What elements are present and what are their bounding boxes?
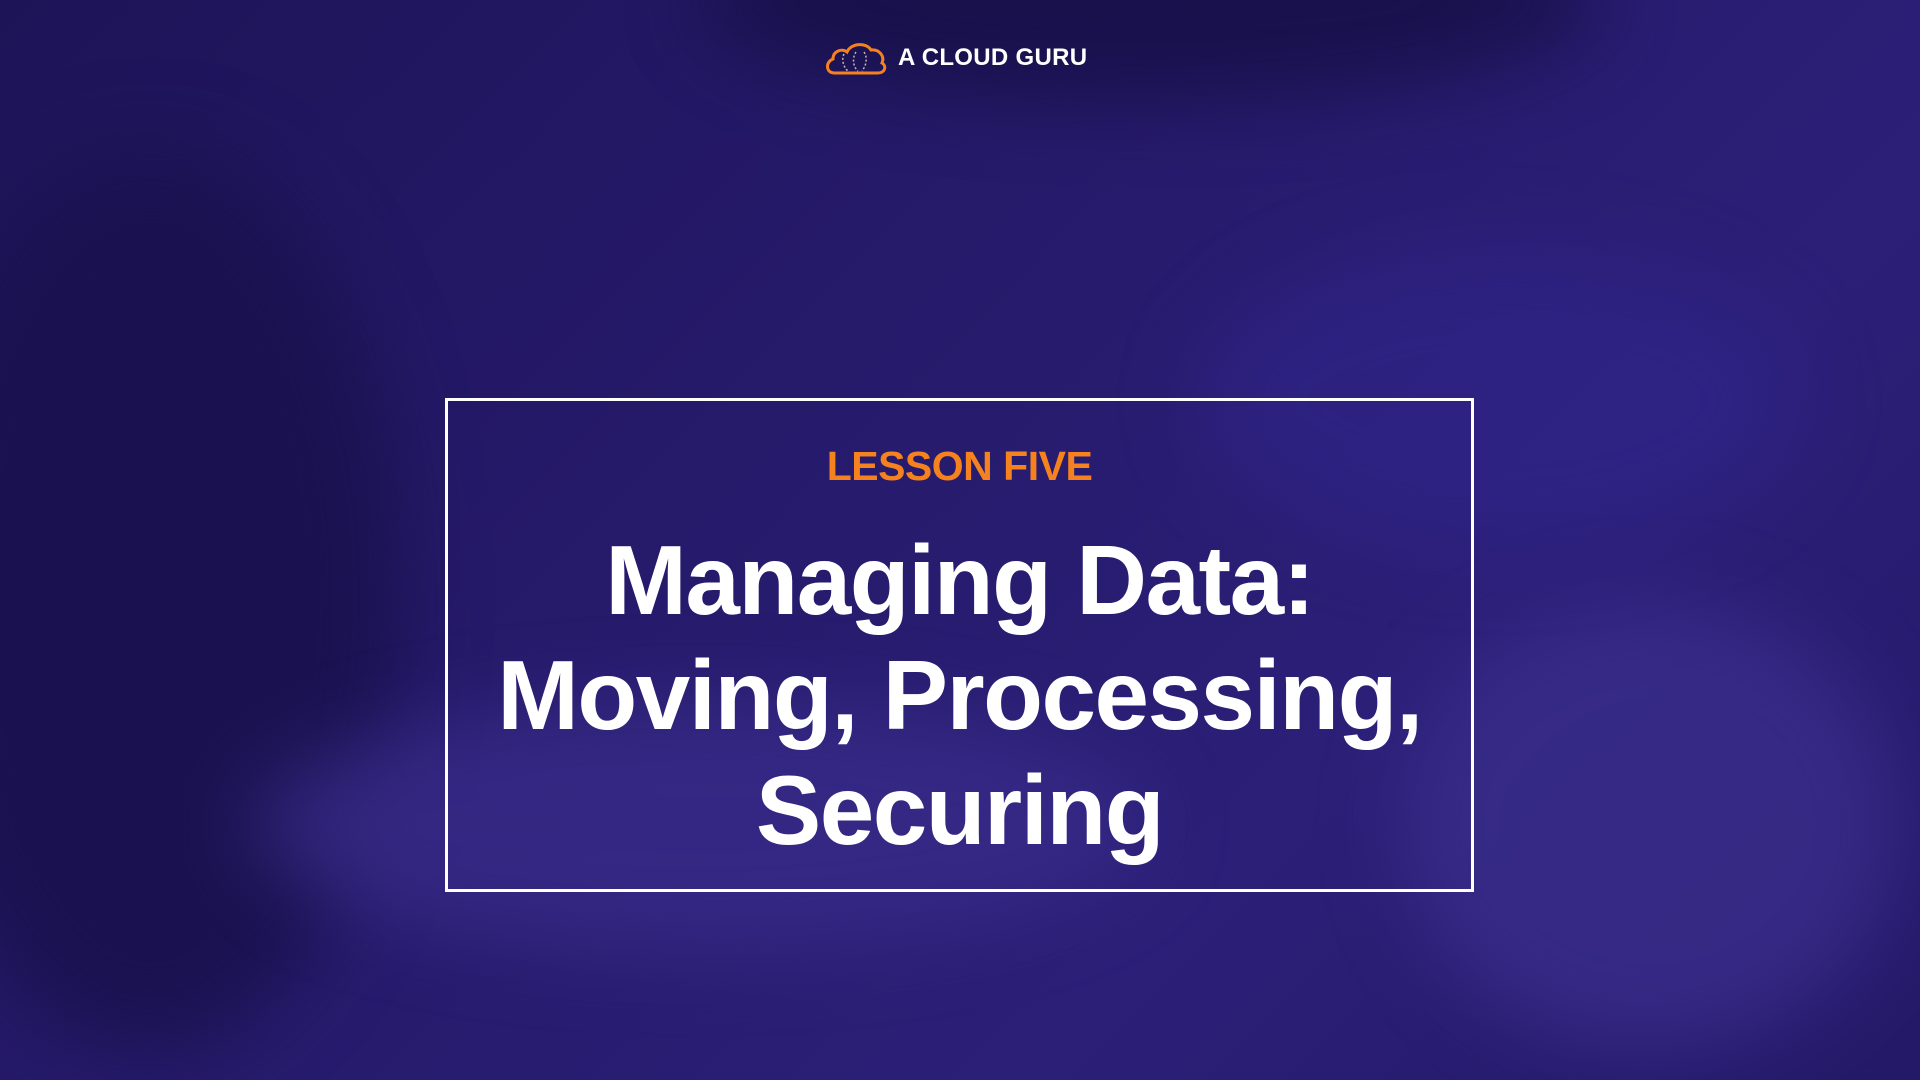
lesson-title-frame: LESSON FIVE Managing Data: Moving, Proce… <box>445 398 1474 892</box>
brand-name: A CLOUD GURU <box>898 44 1088 71</box>
brand-logo: A CLOUD GURU <box>824 38 1087 78</box>
cloud-icon <box>826 43 887 75</box>
title-line: Moving, Processing, <box>497 640 1423 750</box>
lesson-title: Managing Data: Moving, Processing, Secur… <box>448 523 1471 868</box>
title-line: Securing <box>755 755 1165 865</box>
title-line: Managing Data: <box>605 525 1315 635</box>
lesson-number: LESSON FIVE <box>826 443 1093 489</box>
